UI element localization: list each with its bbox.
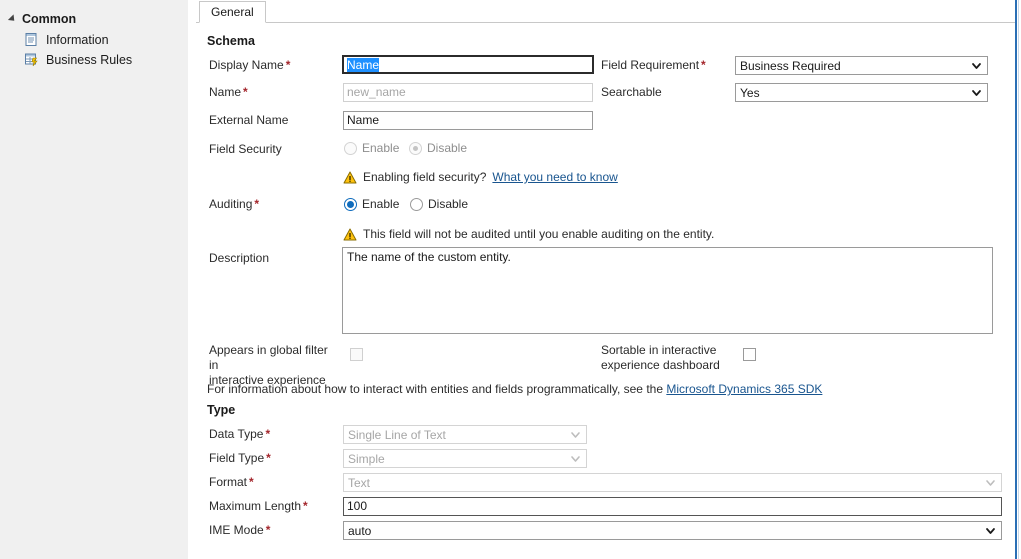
searchable-value: Yes <box>740 85 760 100</box>
form-content-pane: General Schema Display Name * Name Field … <box>196 0 1015 559</box>
data-type-select[interactable]: Single Line of Text <box>343 425 587 444</box>
display-name-label: Display Name * <box>209 58 291 72</box>
business-rules-icon <box>24 52 39 67</box>
field-type-label: Field Type * <box>209 451 271 465</box>
auditing-disable-label: Disable <box>428 197 469 211</box>
tab-underline <box>196 22 1015 23</box>
name-value: new_name <box>347 85 406 99</box>
max-length-label: Maximum Length * <box>209 499 308 513</box>
ime-mode-label: IME Mode * <box>209 523 271 537</box>
display-name-input[interactable]: Name <box>342 55 594 74</box>
auditing-disable-radio[interactable]: Disable <box>410 197 468 211</box>
chevron-down-icon <box>569 452 582 465</box>
display-name-value: Name <box>347 58 380 72</box>
format-select[interactable]: Text <box>343 473 1002 492</box>
ime-mode-value: auto <box>348 523 372 538</box>
auditing-enable-radio[interactable]: Enable <box>344 197 399 211</box>
sidebar-item-label: Information <box>46 32 109 47</box>
schema-section-title: Schema <box>207 34 255 48</box>
auditing-label: Auditing * <box>209 197 260 211</box>
document-icon <box>24 32 39 47</box>
format-label: Format * <box>209 475 254 489</box>
sidebar-item-information[interactable]: Information <box>24 32 109 47</box>
searchable-select[interactable]: Yes <box>735 83 988 102</box>
data-type-label: Data Type * <box>209 427 271 441</box>
auditing-note: This field will not be audited until you… <box>343 227 714 241</box>
field-type-select[interactable]: Simple <box>343 449 587 468</box>
max-length-value: 100 <box>347 499 368 513</box>
max-length-input[interactable]: 100 <box>343 497 1002 516</box>
sortable-label: Sortable in interactive experience dashb… <box>601 343 720 372</box>
data-type-value: Single Line of Text <box>348 427 446 442</box>
field-requirement-select[interactable]: Business Required <box>735 56 988 75</box>
right-scroll-rail <box>1015 0 1017 559</box>
field-security-label: Field Security <box>209 142 282 156</box>
type-section-title: Type <box>207 403 236 417</box>
sidebar-group-label: Common <box>22 12 77 26</box>
external-name-label: External Name <box>209 113 289 127</box>
chevron-down-icon <box>984 524 997 537</box>
radio-circle-icon <box>344 197 357 211</box>
ime-mode-select[interactable]: auto <box>343 521 1002 540</box>
field-security-note-text: Enabling field security? <box>363 170 487 184</box>
external-name-value: Name <box>347 113 380 127</box>
auditing-enable-label: Enable <box>362 197 400 211</box>
searchable-label: Searchable <box>601 85 662 99</box>
radio-circle-icon <box>344 141 357 155</box>
external-name-input[interactable]: Name <box>343 111 593 130</box>
sidebar-item-label: Business Rules <box>46 52 133 67</box>
field-requirement-label: Field Requirement * <box>601 58 706 72</box>
sortable-checkbox[interactable] <box>743 348 756 361</box>
warning-icon <box>343 171 357 184</box>
name-input[interactable]: new_name <box>343 83 593 102</box>
sdk-info-text: For information about how to interact wi… <box>207 382 663 396</box>
warning-icon <box>343 228 357 241</box>
dynamics-sdk-link[interactable]: Microsoft Dynamics 365 SDK <box>666 382 822 396</box>
field-security-enable-radio[interactable]: Enable <box>344 141 399 155</box>
description-textarea[interactable] <box>342 247 993 334</box>
description-label: Description <box>209 251 270 265</box>
chevron-expand-icon[interactable] <box>7 14 18 24</box>
navigation-sidebar: Common Information Business Rules <box>0 0 188 559</box>
field-type-value: Simple <box>348 451 385 466</box>
sdk-info-line: For information about how to interact wi… <box>207 382 822 396</box>
field-security-disable-label: Disable <box>427 141 468 155</box>
field-security-enable-label: Enable <box>362 141 400 155</box>
tab-strip: General <box>196 0 1015 23</box>
radio-circle-icon <box>410 197 423 211</box>
sidebar-item-business-rules[interactable]: Business Rules <box>24 52 132 67</box>
sidebar-group-common[interactable]: Common <box>7 12 77 26</box>
field-security-disable-radio[interactable]: Disable <box>409 141 467 155</box>
auditing-note-text: This field will not be audited until you… <box>363 227 715 241</box>
format-value: Text <box>348 475 371 490</box>
field-requirement-value: Business Required <box>740 58 841 73</box>
chevron-down-icon <box>569 428 582 441</box>
what-you-need-to-know-link[interactable]: What you need to know <box>492 170 617 184</box>
name-label: Name * <box>209 85 248 99</box>
app-root: Common Information Business Rules Genera… <box>0 0 1021 559</box>
radio-circle-icon <box>409 141 422 155</box>
chevron-down-icon <box>970 59 983 72</box>
global-filter-checkbox[interactable] <box>350 348 363 361</box>
right-scroll-rail-secondary <box>1018 0 1019 559</box>
tab-general[interactable]: General <box>199 1 266 23</box>
chevron-down-icon <box>970 86 983 99</box>
chevron-down-icon <box>984 476 997 489</box>
field-security-note: Enabling field security? What you need t… <box>343 170 618 184</box>
